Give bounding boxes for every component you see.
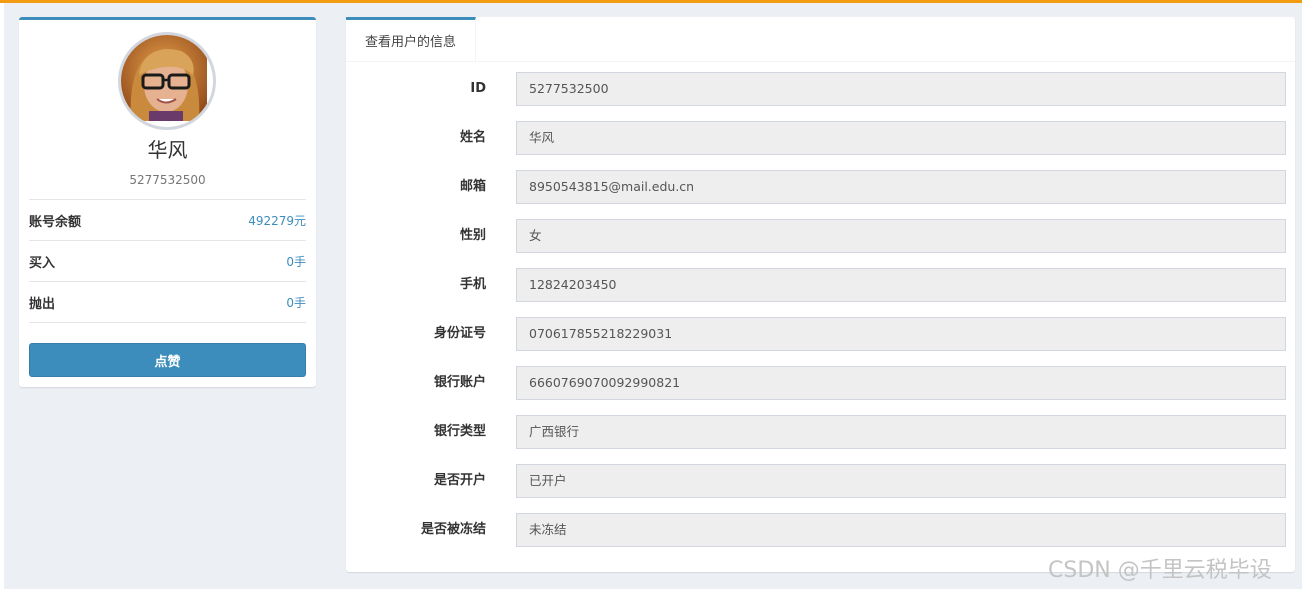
watermark: CSDN @千里云税毕设 xyxy=(1048,558,1272,583)
stat-label: 账号余额 xyxy=(29,214,82,230)
tab-bar: 查看用户的信息 xyxy=(346,17,1295,62)
field-label: 银行类型 xyxy=(433,424,486,439)
field-row-account-opened: 是否开户 已开户 xyxy=(346,464,1295,498)
field-label: 性别 xyxy=(459,228,486,243)
field-row-gender: 性别 女 xyxy=(346,219,1295,253)
field-input-frozen[interactable]: 未冻结 xyxy=(516,513,1286,547)
field-input-name[interactable]: 华风 xyxy=(516,121,1286,155)
field-input-bank-account[interactable]: 6660769070092990821 xyxy=(516,366,1286,400)
top-accent-bar xyxy=(0,0,1302,3)
stat-sell: 抛出 0手 xyxy=(29,282,306,323)
stat-balance: 账号余额 492279元 xyxy=(29,200,306,241)
field-row-name: 姓名 华风 xyxy=(346,121,1295,155)
profile-card: 华风 5277532500 账号余额 492279元 买入 0手 抛出 0手 点… xyxy=(19,17,316,387)
profile-id: 5277532500 xyxy=(129,173,206,187)
field-input-gender[interactable]: 女 xyxy=(516,219,1286,253)
stat-buy: 买入 0手 xyxy=(29,241,306,282)
field-input-email[interactable]: 8950543815@mail.edu.cn xyxy=(516,170,1286,204)
tab-view-user-info[interactable]: 查看用户的信息 xyxy=(346,17,476,61)
stat-value[interactable]: 0手 xyxy=(286,253,306,270)
profile-name: 华风 xyxy=(147,138,188,162)
field-input-idcard[interactable]: 070617855218229031 xyxy=(516,317,1286,351)
stat-label: 买入 xyxy=(29,255,56,271)
field-label: 是否被冻结 xyxy=(420,522,486,537)
user-photo-icon xyxy=(121,35,207,121)
user-info-panel: 查看用户的信息 ID 5277532500 姓名 华风 邮箱 895054381… xyxy=(346,17,1295,572)
field-input-account-opened[interactable]: 已开户 xyxy=(516,464,1286,498)
profile-stats-list: 账号余额 492279元 买入 0手 抛出 0手 xyxy=(29,199,306,323)
field-row-bank-type: 银行类型 广西银行 xyxy=(346,415,1295,449)
field-label: 身份证号 xyxy=(433,326,486,341)
field-label: ID xyxy=(470,81,486,96)
field-row-idcard: 身份证号 070617855218229031 xyxy=(346,317,1295,351)
stat-value[interactable]: 0手 xyxy=(286,294,306,311)
field-row-bank-account: 银行账户 6660769070092990821 xyxy=(346,366,1295,400)
stat-label: 抛出 xyxy=(29,296,56,312)
left-edge xyxy=(0,3,4,589)
field-input-id[interactable]: 5277532500 xyxy=(516,72,1286,106)
field-label: 邮箱 xyxy=(459,179,486,194)
field-row-frozen: 是否被冻结 未冻结 xyxy=(346,513,1295,547)
field-input-phone[interactable]: 12824203450 xyxy=(516,268,1286,302)
field-input-bank-type[interactable]: 广西银行 xyxy=(516,415,1286,449)
field-label: 姓名 xyxy=(459,130,486,145)
field-row-phone: 手机 12824203450 xyxy=(346,268,1295,302)
field-label: 银行账户 xyxy=(433,375,486,390)
field-row-email: 邮箱 8950543815@mail.edu.cn xyxy=(346,170,1295,204)
avatar xyxy=(118,32,216,130)
like-button[interactable]: 点赞 xyxy=(29,343,306,377)
stat-value[interactable]: 492279元 xyxy=(248,212,306,229)
field-row-id: ID 5277532500 xyxy=(346,72,1295,106)
field-label: 手机 xyxy=(459,277,486,292)
field-label: 是否开户 xyxy=(433,473,486,488)
